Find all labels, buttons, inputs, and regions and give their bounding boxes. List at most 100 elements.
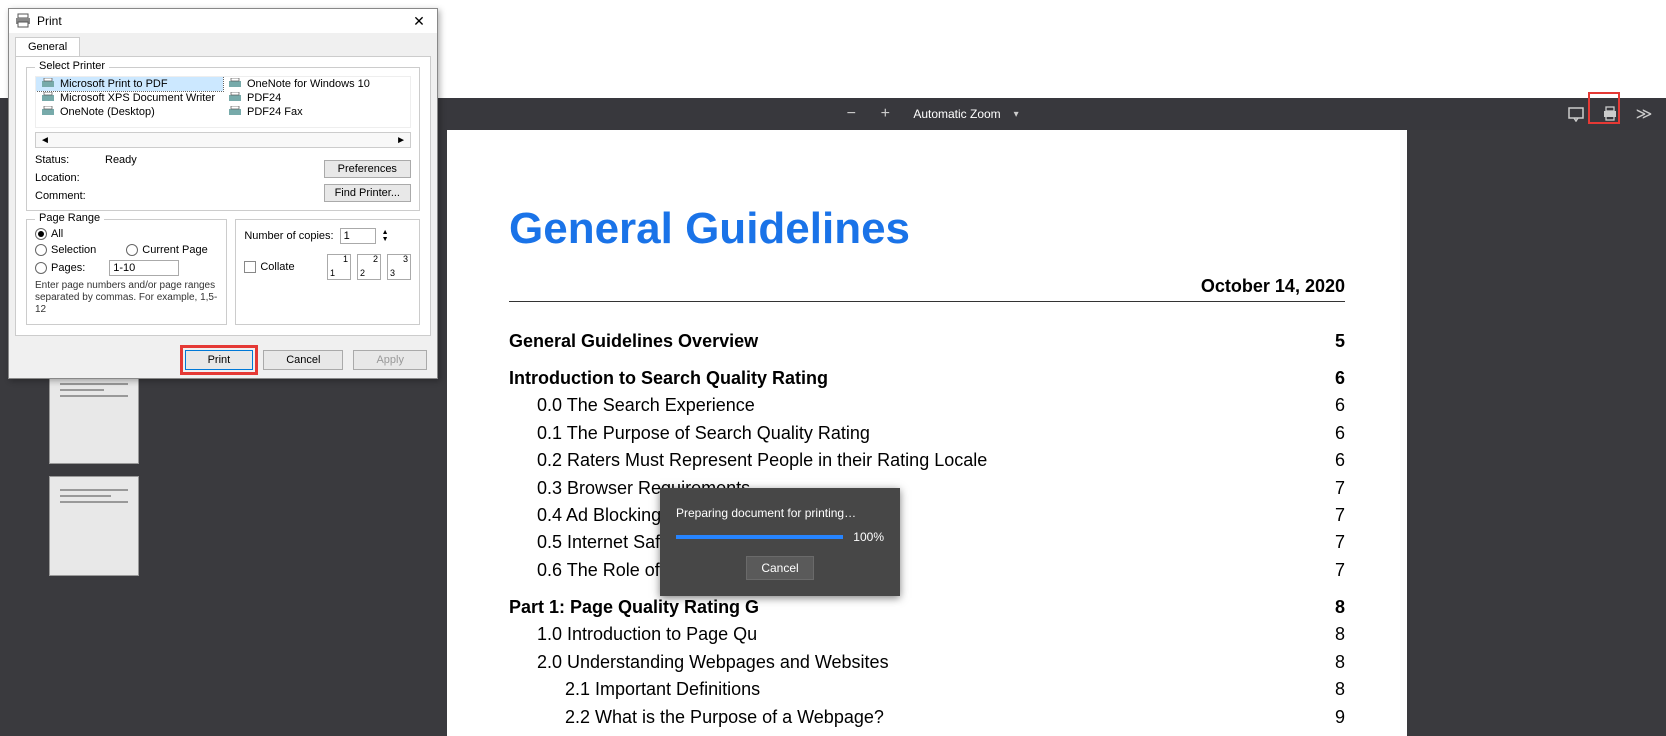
toc-row[interactable]: 0.0 The Search Experience 6 [509, 392, 1345, 419]
toc-text: 2.2 What is the Purpose of a Webpage? [565, 706, 884, 729]
printer-item[interactable]: OneNote (Desktop) [36, 105, 223, 119]
toc-row[interactable]: General Guidelines Overview 5 [509, 328, 1345, 355]
printer-name: OneNote (Desktop) [60, 106, 155, 118]
apply-button[interactable]: Apply [353, 350, 427, 370]
collate-label: Collate [260, 261, 294, 273]
progress-cancel-button[interactable]: Cancel [746, 556, 813, 580]
collate-checkbox[interactable] [244, 261, 256, 273]
printer-item[interactable]: OneNote for Windows 10 [223, 77, 410, 91]
progress-bar [676, 535, 843, 539]
toc-row[interactable]: 2.0 Understanding Webpages and Websites8 [509, 649, 1345, 676]
collate-illustration: 11 22 33 [327, 254, 411, 280]
document-title: General Guidelines [509, 200, 1345, 257]
toc-text: Introduction to Search Quality Rating [509, 367, 828, 390]
printer-icon [227, 92, 243, 104]
printer-list[interactable]: Microsoft Print to PDFMicrosoft XPS Docu… [35, 76, 411, 128]
location-label: Location: [35, 172, 105, 184]
printer-icon [40, 106, 56, 118]
scroll-right-icon[interactable]: ► [396, 135, 406, 146]
select-printer-label: Select Printer [35, 60, 109, 72]
pages-input[interactable] [109, 260, 179, 276]
page-range-group: Page Range All Selection Current Page Pa… [26, 219, 227, 325]
toc-row[interactable]: 0.5 Internet Safety Information7 [509, 529, 1345, 556]
select-printer-group: Select Printer Microsoft Print to PDFMic… [26, 67, 420, 211]
spin-up-icon[interactable]: ▲ [382, 229, 389, 236]
cancel-button[interactable]: Cancel [263, 350, 343, 370]
thumbnail-page-3[interactable] [49, 364, 139, 464]
print-dialog: Print ✕ General Select Printer Microsoft… [8, 8, 438, 379]
toc-page: 6 [1335, 394, 1345, 417]
find-printer-button[interactable]: Find Printer... [324, 184, 411, 202]
printer-icon [15, 13, 31, 29]
radio-all[interactable] [35, 228, 47, 240]
toc-row[interactable]: 0.3 Browser Requirements7 [509, 475, 1345, 502]
print-button[interactable]: Print [185, 350, 254, 370]
printer-item[interactable]: Microsoft XPS Document Writer [36, 91, 223, 105]
toc-row[interactable]: Introduction to Search Quality Rating6 [509, 365, 1345, 392]
close-button[interactable]: ✕ [407, 13, 431, 30]
toc-text: Part 1: Page Quality Rating G [509, 596, 759, 619]
toc-row[interactable]: 0.6 The Role of Examples in7 [509, 557, 1345, 584]
toc-page: 6 [1335, 422, 1345, 445]
dialog-titlebar: Print ✕ [9, 9, 437, 33]
toc-text: 2.0 Understanding Webpages and Websites [537, 651, 889, 674]
printer-name: OneNote for Windows 10 [247, 78, 370, 90]
print-progress-dialog: Preparing document for printing… 100% Ca… [660, 488, 900, 596]
printer-scrollbar[interactable]: ◄ ► [35, 132, 411, 148]
toc-row[interactable]: 2.2 What is the Purpose of a Webpage? 9 [509, 704, 1345, 731]
printer-item[interactable]: PDF24 Fax [223, 105, 410, 119]
toc-page: 8 [1335, 596, 1345, 619]
comment-label: Comment: [35, 190, 105, 202]
copies-group: Number of copies: ▲ ▼ Collate 11 22 33 [235, 219, 420, 325]
toc-text: 1.0 Introduction to Page Qu [537, 623, 757, 646]
zoom-out-button[interactable]: − [837, 100, 865, 128]
toc-row[interactable]: 2.3 Your Money or Your Life (YMYL) Pages… [509, 731, 1345, 736]
toc-row[interactable]: 0.4 Ad Blocking Extensions7 [509, 502, 1345, 529]
spin-down-icon[interactable]: ▼ [382, 236, 389, 243]
toc-text: General Guidelines Overview [509, 330, 758, 353]
printer-name: Microsoft Print to PDF [60, 78, 168, 90]
zoom-in-button[interactable]: + [871, 100, 899, 128]
printer-item[interactable]: Microsoft Print to PDF [36, 77, 223, 91]
copies-label: Number of copies: [244, 230, 333, 242]
toc-page: 6 [1335, 449, 1345, 472]
toc-row[interactable]: 0.2 Raters Must Represent People in thei… [509, 447, 1345, 474]
toc-row[interactable]: 2.1 Important Definitions 8 [509, 676, 1345, 703]
print-icon[interactable] [1596, 100, 1624, 128]
toc-page: 5 [1335, 330, 1345, 353]
dialog-actions: Print Cancel Apply [9, 342, 437, 378]
zoom-select[interactable]: Automatic Zoom ▾ [905, 103, 1024, 125]
opt-pages-label: Pages: [51, 262, 85, 274]
toc-row[interactable]: 0.1 The Purpose of Search Quality Rating… [509, 420, 1345, 447]
printer-icon [40, 78, 56, 90]
radio-current-page[interactable] [126, 244, 138, 256]
tab-general[interactable]: General [15, 37, 80, 56]
preferences-button[interactable]: Preferences [324, 160, 411, 178]
page-range-label: Page Range [35, 212, 104, 224]
toc-page: 8 [1335, 678, 1345, 701]
tools-icon[interactable]: ≫ [1630, 100, 1658, 128]
toc-page: 7 [1335, 531, 1345, 554]
toc-text: 0.1 The Purpose of Search Quality Rating [537, 422, 870, 445]
toc-row[interactable]: 1.0 Introduction to Page Qu8 [509, 621, 1345, 648]
printer-icon [227, 106, 243, 118]
printer-icon [40, 92, 56, 104]
toc-text: 0.0 The Search Experience [537, 394, 755, 417]
toc-text: 2.1 Important Definitions [565, 678, 760, 701]
radio-pages[interactable] [35, 262, 47, 274]
pages-hint: Enter page numbers and/or page ranges se… [35, 280, 218, 316]
copies-input[interactable] [340, 228, 376, 244]
toc-row[interactable]: Part 1: Page Quality Rating G 8 [509, 594, 1345, 621]
table-of-contents: General Guidelines Overview 5 Introduction… [509, 328, 1345, 736]
presentation-icon[interactable] [1562, 100, 1590, 128]
printer-name: PDF24 [247, 92, 281, 104]
status-label: Status: [35, 154, 105, 166]
thumbnail-page-4[interactable] [49, 476, 139, 576]
dialog-tabs: General [9, 33, 437, 56]
scroll-left-icon[interactable]: ◄ [40, 135, 50, 146]
radio-selection[interactable] [35, 244, 47, 256]
toc-page: 7 [1335, 477, 1345, 500]
toc-page: 9 [1335, 706, 1345, 729]
printer-icon [227, 78, 243, 90]
printer-item[interactable]: PDF24 [223, 91, 410, 105]
